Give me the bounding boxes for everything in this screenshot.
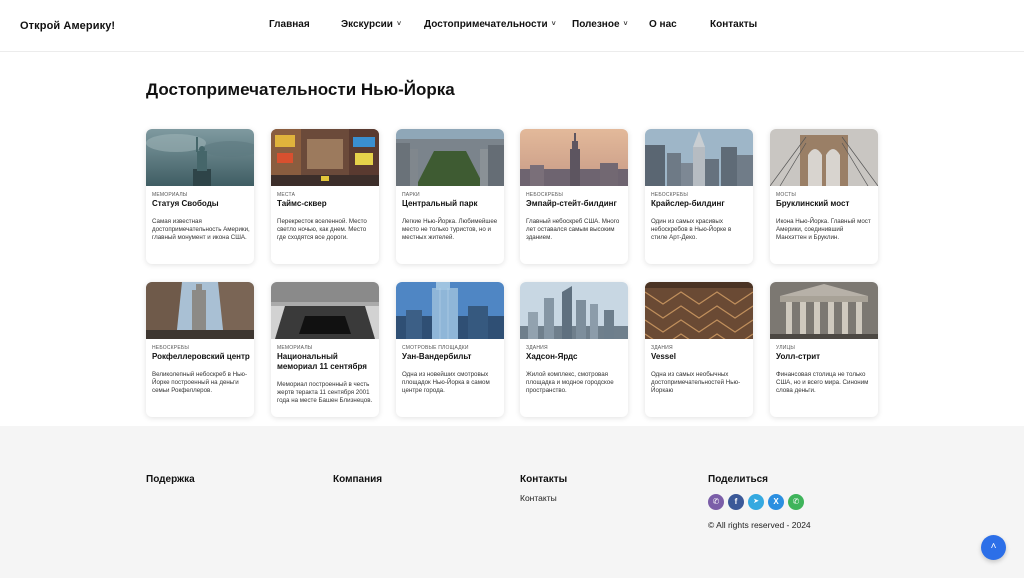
nav-label: Экскурсии — [341, 19, 393, 30]
arrow-up-icon: ˄ — [990, 541, 997, 552]
card-title: Уан-Вандербильт — [402, 352, 472, 361]
chevron-down-icon: ˅ — [623, 21, 628, 28]
copyright-text: © All rights reserved - 2024 — [708, 520, 811, 530]
attraction-card-hudson-yards[interactable]: Здания Хадсон-Ярдс Жилой комплекс, смотр… — [520, 282, 628, 417]
attraction-card-brooklyn-bridge[interactable]: Мосты Бруклинский мост Икона Нью-Йорка. … — [770, 129, 878, 264]
times-square-photo — [271, 129, 379, 186]
rockefeller-center-photo — [146, 282, 254, 339]
site-footer: Подержка Компания Контакты Контакты Поде… — [0, 426, 1024, 578]
card-description: Одна из новейших смотровых площадок Нью-… — [402, 371, 490, 395]
card-title: Хадсон-Ярдс — [526, 352, 578, 361]
card-title: Таймс-сквер — [277, 199, 327, 208]
footer-contacts-heading: Контакты — [520, 474, 568, 485]
attraction-card-empire-state[interactable]: Небоскребы Эмпайр-стейт-билдинг Главный … — [520, 129, 628, 264]
nav-item-excursions[interactable]: Экскурсии ˅ — [341, 19, 401, 30]
card-title: Эмпайр-стейт-билдинг — [526, 199, 617, 208]
card-description: Главный небоскреб США. Много лет оставал… — [526, 218, 620, 242]
attraction-card-times-square[interactable]: Места Таймс-сквер Перекресток вселенной.… — [271, 129, 379, 264]
attraction-card-central-park[interactable]: Парки Центральный парк Легкие Нью-Йорка.… — [396, 129, 504, 264]
card-category: Смотровые площадки — [402, 345, 469, 351]
card-description: Икона Нью-Йорка. Главный мост Америки, с… — [776, 218, 871, 242]
empire-state-building-photo — [520, 129, 628, 186]
chevron-down-icon: ˅ — [551, 21, 556, 28]
card-category: Мемориалы — [277, 345, 313, 351]
whatsapp-icon[interactable]: ✆ — [788, 494, 804, 510]
card-category: Мемориалы — [152, 192, 188, 198]
card-title: Бруклинский мост — [776, 199, 850, 208]
card-description: Финансовая столица не только США, но и в… — [776, 371, 869, 395]
footer-company-heading: Компания — [333, 474, 383, 485]
nav-label: Полезное — [572, 19, 620, 30]
nav-item-about[interactable]: О нас — [649, 19, 677, 30]
card-category: Мосты — [776, 192, 796, 198]
card-title: Национальный мемориал 11 сентября — [277, 352, 367, 371]
statue-of-liberty-photo — [146, 129, 254, 186]
footer-support-heading: Подержка — [146, 474, 195, 485]
nav-item-useful[interactable]: Полезное ˅ — [572, 19, 628, 30]
card-category: Здания — [651, 345, 673, 351]
attraction-card-vessel[interactable]: Здания Vessel Одна из самых необычных до… — [645, 282, 753, 417]
card-title: Vessel — [651, 352, 676, 361]
card-description: Одна из самых необычных достопримечатель… — [651, 371, 741, 395]
facebook-icon[interactable]: f — [728, 494, 744, 510]
attraction-card-rockefeller[interactable]: Небоскребы Рокфеллеровский центр Великол… — [146, 282, 254, 417]
attraction-card-statue-of-liberty[interactable]: Мемориалы Статуя Свободы Самая известная… — [146, 129, 254, 264]
site-logo[interactable]: Открой Америку! — [20, 20, 115, 32]
central-park-photo — [396, 129, 504, 186]
scroll-to-top-button[interactable]: ˄ — [981, 535, 1006, 560]
card-category: Небоскребы — [526, 192, 563, 198]
card-title: Крайслер-билдинг — [651, 199, 725, 208]
chevron-down-icon: ˅ — [396, 21, 402, 28]
one-vanderbilt-photo — [396, 282, 504, 339]
card-description: Легкие Нью-Йорка. Любимейшее место не то… — [402, 218, 498, 242]
attraction-card-one-vanderbilt[interactable]: Смотровые площадки Уан-Вандербильт Одна … — [396, 282, 504, 417]
911-memorial-photo — [271, 282, 379, 339]
hudson-yards-photo — [520, 282, 628, 339]
card-category: Небоскребы — [651, 192, 688, 198]
card-category: Парки — [402, 192, 420, 198]
viber-icon[interactable]: ✆ — [708, 494, 724, 510]
card-description: Один из самых красивых небоскребов в Нью… — [651, 218, 732, 242]
nav-item-home[interactable]: Главная — [269, 19, 310, 30]
footer-share-heading: Поделиться — [708, 474, 769, 485]
vessel-photo — [645, 282, 753, 339]
telegram-icon[interactable]: ➤ — [748, 494, 764, 510]
nav-label: Достопримечательности — [424, 19, 548, 30]
card-category: Небоскребы — [152, 345, 189, 351]
card-title: Статуя Свободы — [152, 199, 219, 208]
nav-label: О нас — [649, 19, 677, 30]
card-description: Великолепный небоскреб в Нью-Йорке постр… — [152, 371, 248, 395]
card-description: Перекресток вселенной. Место светло ночь… — [277, 218, 367, 242]
x-icon[interactable]: X — [768, 494, 784, 510]
card-title: Рокфеллеровский центр — [152, 352, 250, 361]
card-category: Улицы — [776, 345, 796, 351]
card-category: Места — [277, 192, 296, 198]
wall-street-photo — [770, 282, 878, 339]
card-description: Жилой комплекс, смотровая площадка и мод… — [526, 371, 614, 395]
attraction-card-chrysler[interactable]: Небоскребы Крайслер-билдинг Один из самы… — [645, 129, 753, 264]
site-header: Открой Америку! Главная Экскурсии ˅ Досто… — [0, 0, 1024, 52]
page-title: Достопримечательности Нью-Йорка — [146, 80, 455, 99]
card-title: Центральный парк — [402, 199, 478, 208]
footer-contacts-link[interactable]: Контакты — [520, 493, 557, 503]
attraction-card-911-memorial[interactable]: Мемориалы Национальный мемориал 11 сентя… — [271, 282, 379, 417]
nav-label: Контакты — [710, 19, 758, 30]
card-description: Самая известная достопримечательность Ам… — [152, 218, 250, 242]
brooklyn-bridge-photo — [770, 129, 878, 186]
nav-item-contacts[interactable]: Контакты — [710, 19, 757, 30]
card-title: Уолл-стрит — [776, 352, 821, 361]
attraction-card-wall-street[interactable]: Улицы Уолл-стрит Финансовая столица не т… — [770, 282, 878, 417]
card-category: Здания — [526, 345, 548, 351]
card-description: Мемориал построенный в честь жертв терак… — [277, 381, 373, 405]
chrysler-building-photo — [645, 129, 753, 186]
nav-item-sights[interactable]: Достопримечательности ˅ — [424, 19, 556, 30]
nav-label: Главная — [269, 19, 310, 30]
